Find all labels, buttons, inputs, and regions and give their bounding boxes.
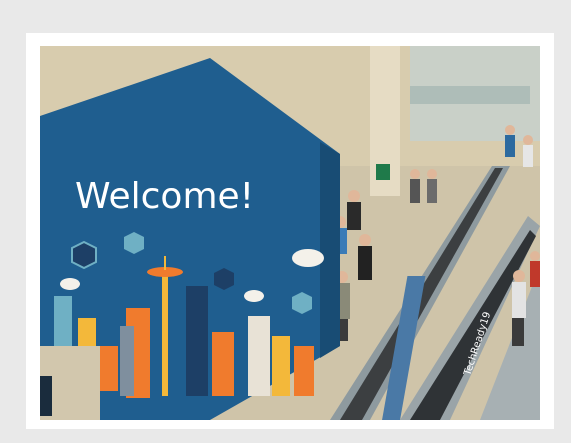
person-7 bbox=[410, 169, 420, 203]
photo-illustration: TechReady19 Welcome! bbox=[40, 46, 540, 420]
person-3 bbox=[358, 234, 372, 280]
space-needle-spire bbox=[164, 256, 166, 270]
banner-edge-shade bbox=[320, 142, 340, 358]
building-gray bbox=[120, 326, 134, 396]
person-1 bbox=[347, 190, 361, 230]
building-navy bbox=[186, 286, 208, 396]
person-8 bbox=[427, 169, 437, 203]
building-orange-1 bbox=[98, 346, 118, 391]
cloud-1 bbox=[292, 249, 324, 267]
building-orange-3 bbox=[212, 332, 234, 396]
building-white bbox=[248, 316, 270, 396]
welcome-text: Welcome! bbox=[75, 176, 254, 217]
person-10 bbox=[523, 135, 533, 167]
space-needle-shaft bbox=[162, 276, 168, 396]
cloud-3 bbox=[60, 278, 80, 290]
photo-frame: TechReady19 Welcome! bbox=[26, 33, 554, 429]
cloud-2 bbox=[244, 290, 264, 302]
person-9 bbox=[505, 125, 515, 157]
foreground-screen bbox=[40, 376, 52, 416]
hex-node-1 bbox=[71, 240, 97, 270]
building-orange-4 bbox=[294, 346, 314, 396]
person-6 bbox=[530, 251, 540, 287]
conference-photo: TechReady19 Welcome! bbox=[40, 46, 540, 420]
building-yellow-2 bbox=[272, 336, 290, 396]
glass-railing bbox=[410, 86, 530, 104]
exit-sign bbox=[376, 164, 390, 180]
